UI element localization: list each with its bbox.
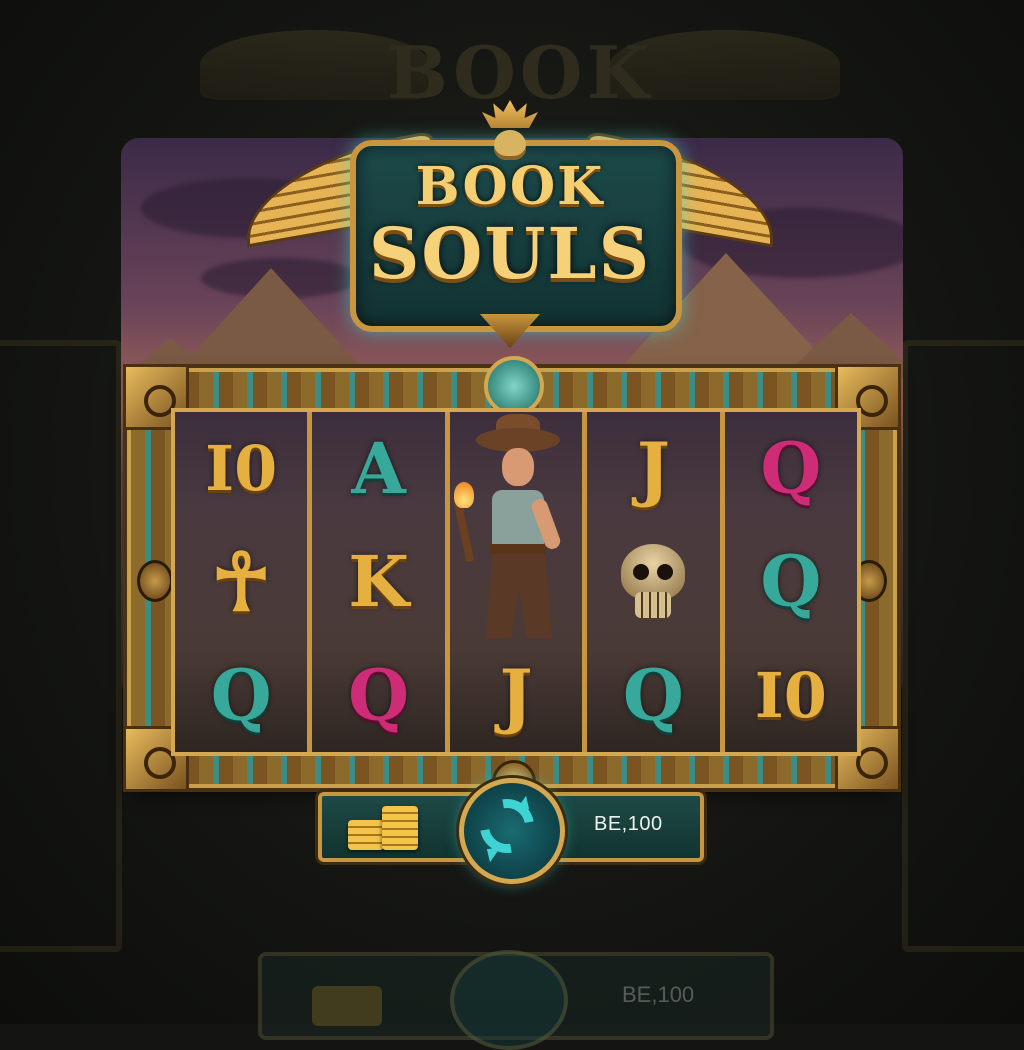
background-control-bar: BE,100	[258, 950, 774, 1050]
symbol-queen: Q	[210, 653, 272, 737]
symbol-ten: Ⅰ0	[205, 432, 278, 506]
background-reel-right	[902, 340, 1024, 952]
reel-4: J Q	[587, 412, 725, 752]
symbol-queen: Q	[760, 540, 822, 624]
reels: Ⅰ0 ☥ Q A K Q J J Q Q Q Ⅰ0	[175, 412, 858, 752]
symbol-queen: Q	[622, 653, 684, 737]
symbol-queen: Q	[760, 427, 822, 511]
symbol-skull-icon	[587, 525, 719, 638]
spin-button[interactable]	[459, 778, 565, 884]
symbol-jack: J	[636, 427, 670, 511]
symbol-queen: Q	[348, 653, 410, 737]
symbol-jack: J	[499, 653, 533, 737]
symbol-explorer-icon	[450, 412, 582, 639]
reel-2: A K Q	[312, 412, 450, 752]
reel-window: Ⅰ0 ☥ Q A K Q J J Q Q Q Ⅰ0	[171, 408, 861, 756]
side-gem-icon	[137, 560, 173, 602]
background-reel-left	[0, 340, 122, 952]
game-logo: BOOK SOULS	[250, 100, 770, 360]
coin-stack-icon[interactable]	[348, 804, 426, 850]
reel-frame: Ⅰ0 ☥ Q A K Q J J Q Q Q Ⅰ0	[123, 356, 901, 804]
skull-crest-icon	[482, 100, 538, 160]
reel-1: Ⅰ0 ☥ Q	[175, 412, 313, 752]
symbol-ace: A	[351, 427, 406, 511]
reel-5: Q Q Ⅰ0	[724, 412, 858, 752]
symbol-king: K	[348, 540, 410, 624]
logo-title-top: BOOK	[415, 156, 605, 217]
background-coin-icon	[312, 986, 382, 1026]
symbol-ankh-icon: ☥	[211, 534, 272, 629]
refresh-icon	[469, 788, 545, 864]
background-spin-icon	[450, 950, 568, 1050]
skull-gem-icon	[484, 356, 544, 416]
logo-title-bottom: SOULS	[368, 212, 652, 295]
background-balance: BE,100	[622, 982, 695, 1007]
reel-3: J	[449, 412, 588, 752]
control-bar: BE,100	[318, 778, 704, 884]
balance-display: BE,100	[594, 813, 663, 835]
symbol-ten: Ⅰ0	[754, 658, 827, 732]
